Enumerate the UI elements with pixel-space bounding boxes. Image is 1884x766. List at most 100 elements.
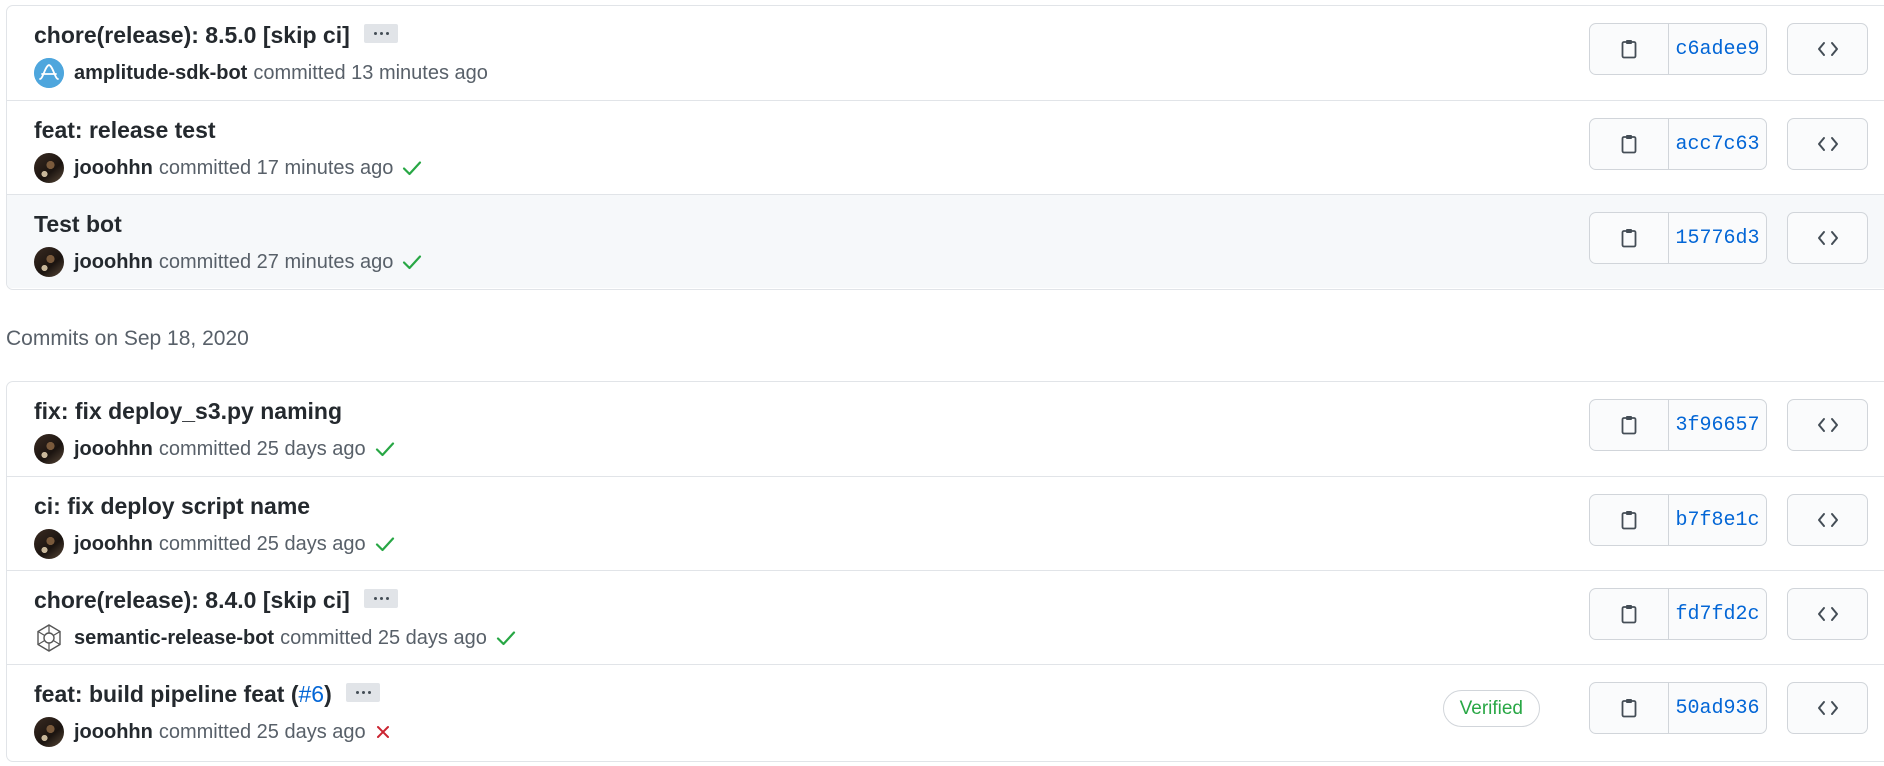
commit-time: committed 25 days ago — [158, 438, 366, 460]
browse-repo-button[interactable] — [1787, 588, 1868, 640]
browse-repo-button[interactable] — [1787, 212, 1868, 264]
commit-author[interactable]: amplitude-sdk-bot — [74, 58, 247, 88]
check-icon[interactable] — [375, 536, 395, 552]
copy-sha-button[interactable] — [1590, 589, 1669, 639]
commit-author[interactable]: semantic-release-bot — [74, 623, 274, 653]
commit-row: feat: release test jooohhn committed 17 … — [7, 100, 1884, 194]
commit-time: committed 25 days ago — [158, 721, 366, 743]
commit-meta: jooohhn committed 25 days ago — [34, 529, 395, 559]
copy-sha-button[interactable] — [1590, 495, 1669, 545]
avatar[interactable] — [34, 58, 64, 88]
semantic-release-logo-icon — [37, 624, 61, 652]
sha-button-group: acc7c63 — [1589, 118, 1767, 170]
commit-title[interactable]: Test bot — [34, 210, 122, 238]
sha-button-group: c6adee9 — [1589, 23, 1767, 75]
clipboard-icon — [1621, 605, 1637, 624]
commit-meta: jooohhn committed 17 minutes ago — [34, 153, 422, 183]
clipboard-icon — [1621, 135, 1637, 154]
commit-meta: amplitude-sdk-bot committed 13 minutes a… — [34, 58, 488, 88]
commit-sha-link[interactable]: fd7fd2c — [1669, 589, 1766, 639]
check-icon[interactable] — [402, 160, 422, 176]
ellipsis-icon[interactable] — [345, 683, 380, 703]
commit-row: feat: build pipeline feat (#6) jooohhn c… — [7, 664, 1884, 758]
commit-row: chore(release): 8.4.0 [skip ci] semantic… — [7, 570, 1884, 664]
commit-meta: jooohhn committed 27 minutes ago — [34, 247, 422, 277]
commit-sha-link[interactable]: c6adee9 — [1669, 24, 1766, 74]
commit-row: Test bot jooohhn committed 27 minutes ag… — [7, 194, 1884, 288]
commit-title[interactable]: feat: build pipeline feat (#6) — [34, 680, 380, 708]
clipboard-icon — [1621, 40, 1637, 59]
commit-row: fix: fix deploy_s3.py naming jooohhn com… — [7, 382, 1884, 476]
commit-time: committed 13 minutes ago — [253, 62, 488, 84]
avatar[interactable] — [34, 247, 64, 277]
copy-sha-button[interactable] — [1590, 24, 1669, 74]
browse-repo-button[interactable] — [1787, 118, 1868, 170]
browse-repo-button[interactable] — [1787, 682, 1868, 734]
avatar[interactable] — [34, 623, 64, 653]
browse-repo-button[interactable] — [1787, 494, 1868, 546]
clipboard-icon — [1621, 416, 1637, 435]
commit-title[interactable]: ci: fix deploy script name — [34, 492, 310, 520]
commit-title[interactable]: chore(release): 8.5.0 [skip ci] — [34, 21, 398, 49]
commit-sha-link[interactable]: 15776d3 — [1669, 213, 1766, 263]
commit-meta: semantic-release-bot committed 25 days a… — [34, 623, 516, 653]
check-icon[interactable] — [402, 254, 422, 270]
sha-button-group: b7f8e1c — [1589, 494, 1767, 546]
browse-repo-button[interactable] — [1787, 399, 1868, 451]
commit-time: committed 25 days ago — [280, 627, 487, 649]
sha-button-group: fd7fd2c — [1589, 588, 1767, 640]
ellipsis-icon[interactable] — [363, 589, 398, 609]
code-icon — [1817, 137, 1838, 151]
check-icon[interactable] — [375, 441, 395, 457]
commit-title[interactable]: feat: release test — [34, 116, 216, 144]
code-icon — [1817, 701, 1838, 715]
commit-row: chore(release): 8.5.0 [skip ci] amplitud… — [7, 6, 1884, 100]
code-icon — [1817, 607, 1838, 621]
sha-button-group: 50ad936 — [1589, 682, 1767, 734]
commit-title[interactable]: chore(release): 8.4.0 [skip ci] — [34, 586, 398, 614]
commit-time: committed 17 minutes ago — [158, 157, 394, 179]
copy-sha-button[interactable] — [1590, 683, 1669, 733]
copy-sha-button[interactable] — [1590, 119, 1669, 169]
clipboard-icon — [1621, 229, 1637, 248]
copy-sha-button[interactable] — [1590, 213, 1669, 263]
clipboard-icon — [1621, 699, 1637, 718]
commit-meta: jooohhn committed 25 days ago — [34, 434, 395, 464]
commit-sha-link[interactable]: 3f96657 — [1669, 400, 1766, 450]
amplitude-logo-icon — [34, 58, 64, 88]
commit-author[interactable]: jooohhn — [74, 717, 153, 747]
commit-author[interactable]: jooohhn — [74, 434, 153, 464]
commit-row: ci: fix deploy script name jooohhn commi… — [7, 476, 1884, 570]
commit-meta: jooohhn committed 25 days ago — [34, 717, 390, 747]
sha-button-group: 15776d3 — [1589, 212, 1767, 264]
commit-title[interactable]: fix: fix deploy_s3.py naming — [34, 397, 342, 425]
code-icon — [1817, 42, 1838, 56]
verified-badge[interactable]: Verified — [1442, 690, 1540, 727]
avatar[interactable] — [34, 434, 64, 464]
x-icon[interactable] — [376, 725, 390, 739]
commit-sha-link[interactable]: b7f8e1c — [1669, 495, 1766, 545]
code-icon — [1817, 231, 1838, 245]
commit-author[interactable]: jooohhn — [74, 247, 153, 277]
commit-time: committed 25 days ago — [158, 533, 366, 555]
commit-time: committed 27 minutes ago — [158, 251, 394, 273]
commits-date-heading: Commits on Sep 18, 2020 — [6, 327, 249, 350]
avatar[interactable] — [34, 717, 64, 747]
commit-group: chore(release): 8.5.0 [skip ci] amplitud… — [6, 5, 1884, 290]
commit-author[interactable]: jooohhn — [74, 153, 153, 183]
avatar[interactable] — [34, 153, 64, 183]
code-icon — [1817, 513, 1838, 527]
copy-sha-button[interactable] — [1590, 400, 1669, 450]
clipboard-icon — [1621, 511, 1637, 530]
ellipsis-icon[interactable] — [363, 24, 398, 44]
commit-author[interactable]: jooohhn — [74, 529, 153, 559]
pull-request-link[interactable]: #6 — [299, 681, 325, 707]
browse-repo-button[interactable] — [1787, 23, 1868, 75]
check-icon[interactable] — [496, 630, 516, 646]
avatar[interactable] — [34, 529, 64, 559]
commit-sha-link[interactable]: 50ad936 — [1669, 683, 1766, 733]
sha-button-group: 3f96657 — [1589, 399, 1767, 451]
code-icon — [1817, 418, 1838, 432]
commit-group: fix: fix deploy_s3.py naming jooohhn com… — [6, 381, 1884, 762]
commit-sha-link[interactable]: acc7c63 — [1669, 119, 1766, 169]
